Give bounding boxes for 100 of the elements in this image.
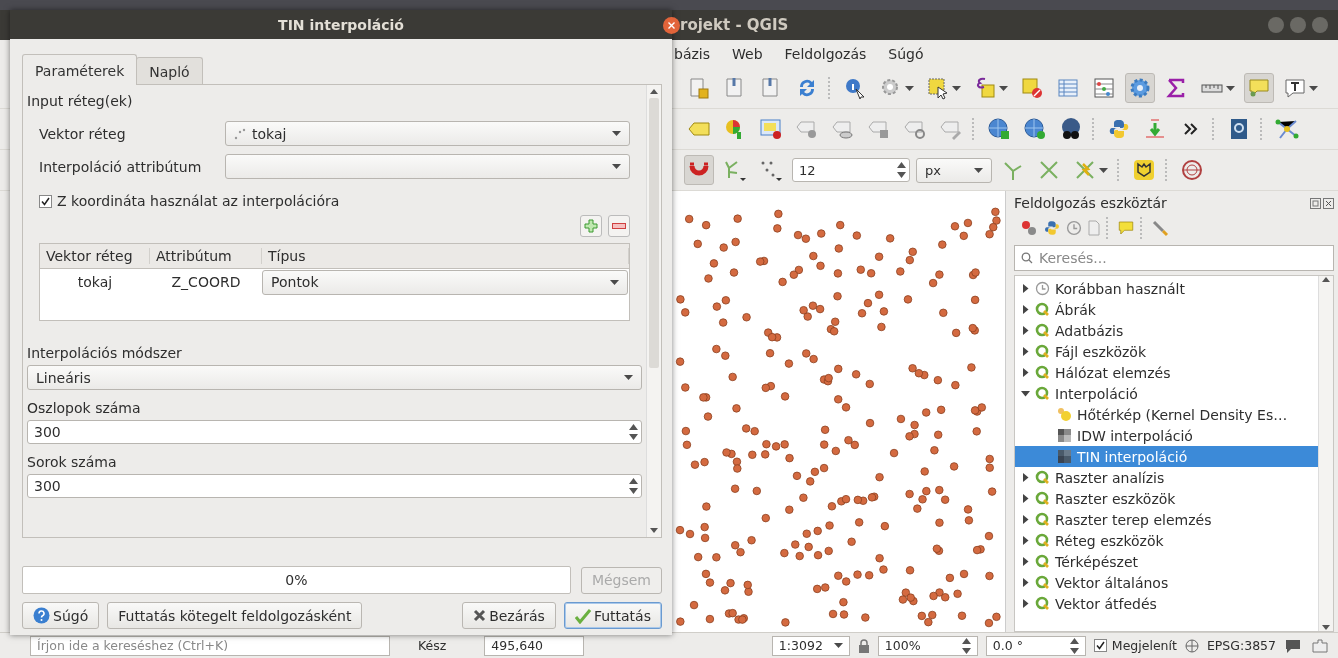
column-header[interactable]: Típus (262, 248, 629, 264)
globe-binoculars-icon[interactable] (1059, 117, 1083, 141)
tolerance-field[interactable]: 12 (792, 158, 910, 182)
menu-item[interactable]: bázis (672, 46, 712, 62)
menu-item[interactable]: Web (730, 46, 765, 62)
globe-icon[interactable] (1023, 117, 1047, 141)
crs-label[interactable]: EPSG:3857 (1206, 638, 1276, 653)
text-annotation-icon[interactable] (1283, 76, 1307, 100)
shield-icon[interactable] (1132, 158, 1156, 182)
rotation-field[interactable]: 0.0 ° (985, 635, 1086, 656)
wrench-icon[interactable] (1151, 219, 1169, 237)
tree-item[interactable]: Vektor átfedés (1015, 593, 1318, 614)
run-button[interactable]: Futtatás (563, 602, 662, 629)
label-icon[interactable] (759, 117, 783, 141)
spin-arrows-icon[interactable] (629, 423, 638, 441)
render-checkbox[interactable] (1093, 639, 1107, 652)
expand-arrow-icon[interactable] (1021, 347, 1030, 356)
tab[interactable]: Paraméterek (22, 54, 138, 85)
search-field[interactable]: Keresés... (1014, 245, 1334, 271)
plain-button[interactable]: Futtatás kötegelt feldolgozásként (107, 602, 363, 629)
tree-item[interactable]: Hőtérkép (Kernel Density Es… (1015, 404, 1318, 425)
globe-icon[interactable] (987, 117, 1011, 141)
layer-icon[interactable] (687, 76, 711, 100)
point-layer-icon (234, 127, 246, 140)
close-icon[interactable] (1323, 197, 1334, 209)
unit-dropdown[interactable]: px (916, 157, 992, 183)
message-icon[interactable] (1284, 637, 1302, 654)
expand-arrow-icon[interactable] (1021, 578, 1030, 587)
column-header[interactable]: Attribútum (150, 248, 262, 264)
spin-arrows-icon[interactable] (897, 161, 906, 179)
help-button[interactable]: Súgó (22, 602, 100, 629)
tree-item[interactable]: Interpoláció (1015, 383, 1318, 404)
tree-item[interactable]: TIN interpoláció (1015, 446, 1318, 467)
tree-item[interactable]: IDW interpoláció (1015, 425, 1318, 446)
expand-arrow-icon[interactable] (1021, 536, 1030, 545)
spin-arrows-icon[interactable] (629, 477, 638, 495)
remove-button[interactable] (608, 215, 630, 237)
menu-item[interactable]: Feldolgozás (782, 46, 869, 62)
z-checkbox[interactable] (39, 194, 52, 208)
tree-item[interactable]: Ábrák (1015, 299, 1318, 320)
globe-icon[interactable] (1184, 638, 1199, 653)
scroll-down-icon[interactable] (650, 528, 658, 534)
tree-item[interactable]: Fájl eszközök (1015, 341, 1318, 362)
tree-item[interactable]: Adatbázis (1015, 320, 1318, 341)
expand-arrow-icon[interactable] (1021, 389, 1030, 398)
deselect-icon[interactable] (1020, 76, 1044, 100)
render-label: Megjelenít (1111, 638, 1177, 653)
network-icon[interactable] (1275, 117, 1299, 141)
python-icon[interactable] (1107, 117, 1131, 141)
expand-arrow-icon[interactable] (1021, 473, 1030, 482)
abacus-icon[interactable] (1092, 76, 1116, 100)
speech-bubble-icon[interactable] (1247, 76, 1271, 100)
expand-arrow-icon[interactable] (1021, 326, 1030, 335)
method-dropdown[interactable]: Lineáris (27, 365, 642, 390)
tree-item[interactable]: Korábban használt (1015, 278, 1318, 299)
tree-item[interactable]: Vektor általános (1015, 572, 1318, 593)
python-icon[interactable] (1043, 219, 1061, 237)
spin-arrows-icon[interactable] (961, 636, 971, 655)
identify-icon[interactable] (843, 76, 867, 100)
magnifier-field[interactable]: 100% (877, 635, 978, 656)
attribute-table-icon[interactable] (1056, 76, 1080, 100)
close-button[interactable] (663, 17, 680, 34)
type-dropdown[interactable]: Pontok (262, 269, 628, 295)
layer-dropdown[interactable]: tokaj (225, 121, 630, 146)
tree-item[interactable]: Hálózat elemzés (1015, 362, 1318, 383)
scroll-up-icon[interactable] (650, 88, 658, 94)
expand-arrow-icon[interactable] (1021, 305, 1030, 314)
locator-search-field[interactable]: Írjon ide a kereséshez (Ctrl+K) (30, 635, 390, 656)
scale-field[interactable]: 1:3092 (771, 635, 850, 656)
tree-item[interactable]: Raszter terep elemzés (1015, 509, 1318, 530)
scroll-up-icon[interactable] (1322, 276, 1330, 282)
tab[interactable]: Napló (136, 57, 203, 84)
select-icon[interactable] (926, 76, 950, 100)
lock-icon[interactable] (857, 638, 870, 653)
gear-icon[interactable] (1128, 76, 1152, 100)
float-icon[interactable] (1310, 197, 1321, 209)
close-button[interactable]: Bezárás (462, 602, 556, 629)
tree-item[interactable]: Raszter analízis (1015, 467, 1318, 488)
vertex-icon[interactable] (723, 158, 747, 182)
column-header[interactable]: Vektor réteg (40, 248, 150, 264)
coordinate-field[interactable]: 495,640 (484, 635, 585, 656)
add-button[interactable] (580, 215, 602, 237)
menu-item[interactable]: Súgó (886, 46, 926, 62)
tree-item[interactable]: Térképészet (1015, 551, 1318, 572)
spin-arrows-icon[interactable] (1069, 636, 1079, 655)
field-label: Sorok száma (27, 454, 118, 470)
expand-arrow-icon[interactable] (1021, 515, 1030, 524)
expand-arrow-icon[interactable] (1021, 494, 1030, 503)
expand-arrow-icon[interactable] (1021, 599, 1030, 608)
caret-icon (612, 131, 621, 136)
rows-field[interactable]: 300 (27, 474, 642, 498)
expand-arrow-icon[interactable] (1021, 284, 1030, 293)
stamp-icon[interactable] (1180, 158, 1204, 182)
expand-arrow-icon[interactable] (1021, 557, 1030, 566)
scrollbar-thumb[interactable] (649, 98, 659, 368)
columns-field[interactable]: 300 (27, 420, 642, 444)
expand-arrow-icon[interactable] (1021, 368, 1030, 377)
clock-icon[interactable] (1066, 220, 1082, 236)
tree-item[interactable]: Réteg eszközök (1015, 530, 1318, 551)
tree-item[interactable]: Raszter eszközök (1015, 488, 1318, 509)
